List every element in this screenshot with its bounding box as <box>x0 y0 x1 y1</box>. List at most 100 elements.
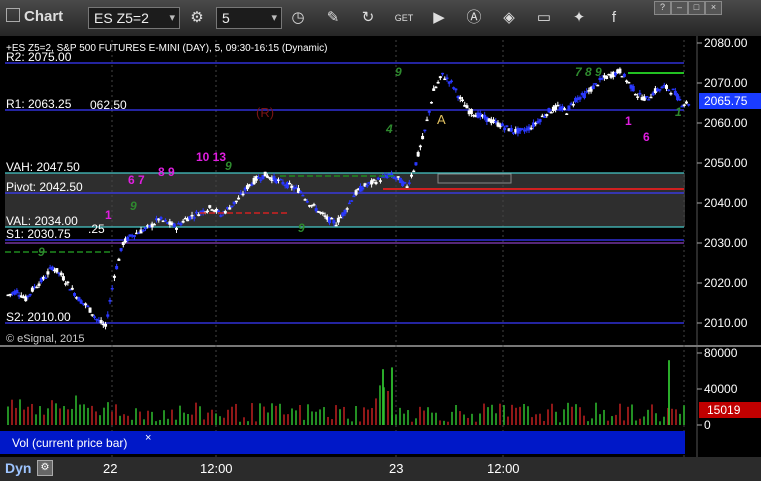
candle-body <box>529 127 533 130</box>
symbol-dropdown-icon[interactable]: ▾ <box>169 11 175 24</box>
link-icon[interactable]: ⚙ <box>187 8 207 28</box>
price-tick-label: 2040.00 <box>704 196 748 210</box>
candle-body <box>605 76 609 79</box>
candle-body <box>376 177 380 180</box>
candle-body <box>190 214 194 217</box>
interval-dropdown-icon[interactable]: ▾ <box>271 11 277 24</box>
svg-text:9: 9 <box>298 221 305 235</box>
candle-body <box>143 227 147 230</box>
candle-body <box>410 174 414 177</box>
candle-body <box>505 125 509 127</box>
chat-icon[interactable]: ▭ <box>534 8 554 28</box>
candle-body <box>503 127 507 131</box>
candle-body <box>188 216 192 220</box>
candle-body <box>92 316 96 318</box>
candle-body <box>500 123 504 127</box>
candle-body <box>418 145 422 148</box>
level-label: S2: 2010.00 <box>6 310 71 324</box>
candle-body <box>35 286 39 289</box>
copyright-text: © eSignal, 2015 <box>6 333 84 345</box>
candle-body <box>303 199 307 201</box>
candle-body <box>664 85 668 89</box>
candle-body <box>99 320 103 324</box>
twitter-icon[interactable]: ✦ <box>569 8 589 28</box>
candle-body <box>520 128 524 130</box>
candle-body <box>667 89 671 91</box>
volume-panel-label: Vol (current price bar) <box>12 436 127 450</box>
candle-body <box>64 283 68 285</box>
candle-body <box>396 176 400 178</box>
volume-panel-close-icon[interactable]: × <box>145 432 151 444</box>
candle-body <box>88 307 92 313</box>
candle-body <box>104 323 108 327</box>
chart-toolbar: Chart ES Z5=2 ▾ ⚙ 5 ▾ ◷ ✎ ↻ GET ▶ Ⓐ ◈ ▭ ✦ … <box>0 0 761 37</box>
candle-body <box>578 97 582 100</box>
facebook-icon[interactable]: f <box>604 8 624 28</box>
tag-icon[interactable]: ◈ <box>499 8 519 28</box>
candle-body <box>305 201 309 203</box>
help-button[interactable]: ? <box>654 1 671 15</box>
svg-text:9: 9 <box>130 199 137 213</box>
candle-body <box>591 85 595 90</box>
candle-body <box>512 132 515 134</box>
candle-body <box>412 170 416 173</box>
candle-body <box>279 179 283 181</box>
minimize-button[interactable]: – <box>671 1 688 15</box>
interval-clock-icon[interactable]: ◷ <box>288 8 308 28</box>
level-label: Pivot: 2042.50 <box>6 180 83 194</box>
candle-body <box>228 207 232 210</box>
draw-pen-icon[interactable]: ✎ <box>323 8 343 28</box>
price-chart[interactable]: R2: 2075.00R1: 2063.25VAH: 2047.50Pivot:… <box>0 36 761 457</box>
svg-text:1: 1 <box>105 208 112 222</box>
get-icon[interactable]: GET <box>394 8 414 28</box>
candle-body <box>119 248 123 251</box>
time-label-noon1: 12:00 <box>200 461 233 476</box>
price-tick-label: 2080.00 <box>704 36 748 50</box>
alert-icon[interactable]: Ⓐ <box>464 8 484 28</box>
candle-body <box>347 202 351 205</box>
current-price-label: 2065.75 <box>704 94 748 108</box>
window-title: Chart <box>6 8 63 25</box>
candle-body <box>374 181 378 185</box>
candle-body <box>115 265 119 270</box>
time-label-day22: 22 <box>103 461 118 476</box>
candle-body <box>237 197 241 200</box>
candle-body <box>543 116 547 118</box>
candle-body <box>86 305 90 308</box>
candle-body <box>175 227 178 230</box>
close-button[interactable]: × <box>705 1 722 15</box>
play-icon[interactable]: ▶ <box>429 8 449 28</box>
dynamic-mode-label[interactable]: Dyn <box>5 460 31 476</box>
candle-body <box>26 295 30 298</box>
refresh-icon[interactable]: ↻ <box>358 8 378 28</box>
candle-body <box>110 287 114 290</box>
level-label: VAH: 2047.50 <box>6 160 80 174</box>
price-tick-label: 2070.00 <box>704 76 748 90</box>
candle-body <box>669 93 673 95</box>
volume-tick-label: 80000 <box>704 346 738 360</box>
volume-tick-label: 40000 <box>704 382 738 396</box>
candle-body <box>538 119 542 123</box>
svg-text:6: 6 <box>643 130 650 144</box>
dynamic-mode-icon[interactable]: ⚙ <box>37 460 53 476</box>
candle-body <box>414 162 418 166</box>
candle-body <box>334 224 338 227</box>
candle-body <box>339 216 343 219</box>
symbol-input[interactable]: ES Z5=2 ▾ <box>88 7 180 29</box>
maximize-button[interactable]: □ <box>688 1 705 15</box>
candle-body <box>234 200 238 203</box>
candle-body <box>372 179 376 181</box>
candle-body <box>350 200 354 202</box>
interval-input[interactable]: 5 ▾ <box>216 7 282 29</box>
candle-body <box>194 211 198 214</box>
candle-body <box>425 119 429 122</box>
candle-body <box>79 300 83 304</box>
candle-body <box>106 314 110 317</box>
time-axis: Dyn ⚙ 22 12:00 23 12:00 <box>0 457 761 481</box>
candle-body <box>631 86 635 92</box>
candle-body <box>407 182 411 184</box>
candle-body <box>336 217 340 223</box>
candle-body <box>596 84 600 87</box>
level-label: R1: 2063.25 <box>6 97 72 111</box>
candle-body <box>50 266 54 271</box>
